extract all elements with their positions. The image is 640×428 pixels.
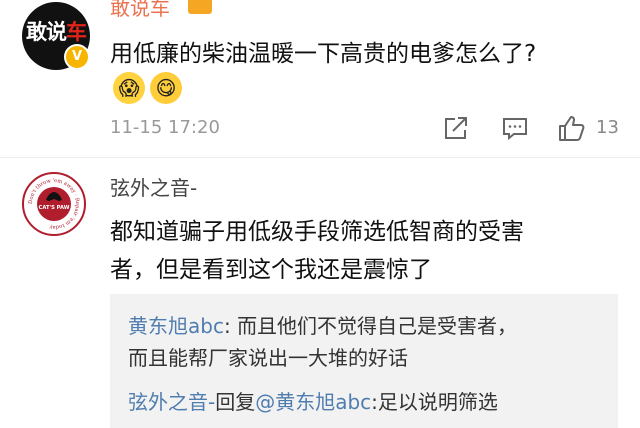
cat-paw-logo-icon: Don't throw 'em away · Repair 'em today … <box>25 175 83 233</box>
avatar-text: 敢说 <box>26 20 67 44</box>
comment-icon[interactable] <box>500 113 530 143</box>
comment-time: 11-15 17:20 <box>110 117 220 138</box>
reply-mention[interactable]: @黄东旭abc <box>255 390 371 414</box>
svg-text:CAT'S PAW: CAT'S PAW <box>39 205 70 211</box>
reply-text: :足以说明筛选 <box>371 390 498 414</box>
reply-text-continued: 而且能帮厂家说出一大堆的好话 <box>128 346 408 370</box>
comment-text-continued: 者，但是看到这个我还是震惊了 <box>110 257 432 283</box>
surprised-face-icon: 😱 <box>113 72 145 104</box>
reply-word: 回复 <box>215 390 256 414</box>
divider <box>0 157 640 158</box>
share-icon[interactable] <box>441 113 471 143</box>
member-level-icon <box>188 0 212 14</box>
like-count: 13 <box>596 117 619 138</box>
reply-item: 弦外之音-回复@黄东旭abc:足以说明筛选 <box>128 386 498 415</box>
yum-face-icon: 😋 <box>150 72 182 104</box>
username[interactable]: 弦外之音- <box>110 172 197 201</box>
reply-author[interactable]: 黄东旭abc <box>128 314 224 338</box>
avatar-text-red: 车 <box>66 20 87 44</box>
reply-separator: : <box>223 314 238 338</box>
thumbs-up-icon[interactable] <box>556 113 586 143</box>
verified-badge-icon: V <box>64 44 90 70</box>
reply-box[interactable]: 黄东旭abc: 而且他们不觉得自己是受害者， 而且能帮厂家说出一大堆的好话 弦外… <box>110 294 618 428</box>
reply-author[interactable]: 弦外之音- <box>128 390 215 414</box>
comment-text: 用低廉的柴油温暖一下高贵的电爹怎么了? <box>110 41 537 67</box>
username[interactable]: 敢说车 <box>110 0 170 21</box>
reply-text: 而且他们不觉得自己是受害者， <box>237 314 518 338</box>
comment-text: 都知道骗子用低级手段筛选低智商的受害 <box>110 219 524 245</box>
reply-item: 黄东旭abc: 而且他们不觉得自己是受害者， <box>128 310 517 339</box>
avatar[interactable]: Don't throw 'em away · Repair 'em today … <box>22 172 86 236</box>
